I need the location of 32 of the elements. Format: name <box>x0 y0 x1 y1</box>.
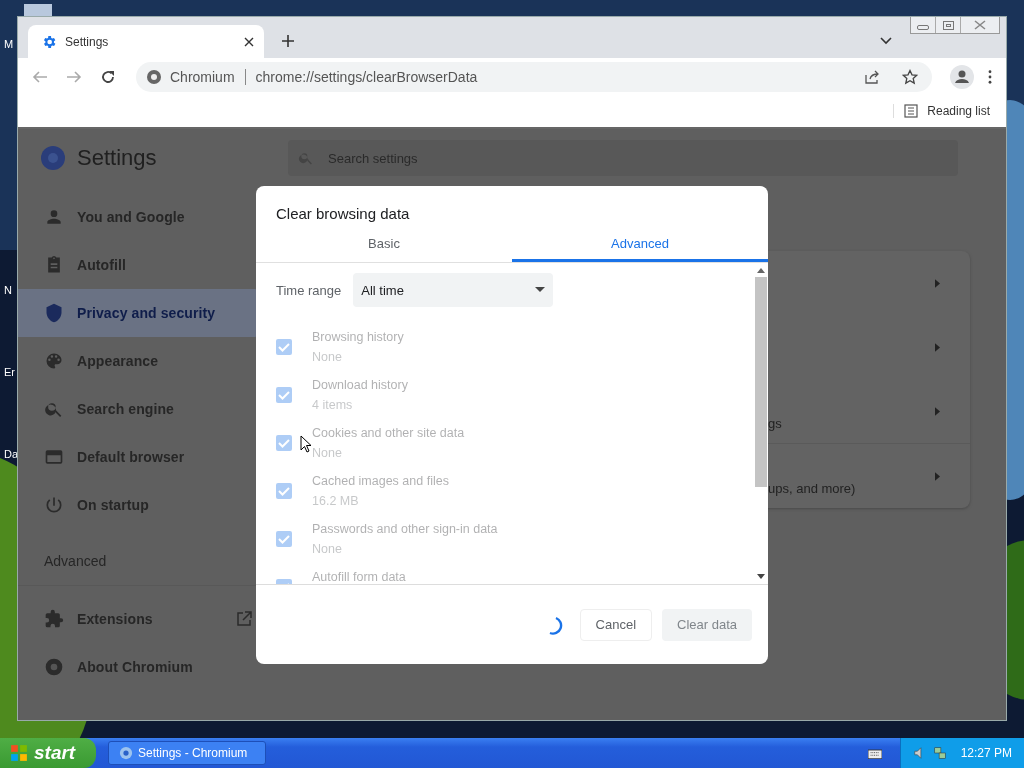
setting-description: gs <box>768 416 782 431</box>
clock: 12:27 PM <box>960 746 1012 760</box>
item-detail: 16.2 MB <box>312 494 360 508</box>
cancel-button[interactable]: Cancel <box>579 608 652 641</box>
item-detail: None <box>312 446 343 460</box>
tab-title: Settings <box>65 34 110 49</box>
time-range-dropdown[interactable]: All time <box>353 273 554 307</box>
dialog-tab[interactable]: Basic <box>256 232 512 262</box>
desktop-icon-label[interactable]: Er <box>4 366 15 378</box>
field-label: Time range <box>276 282 342 298</box>
item-title: Download history <box>312 378 408 392</box>
address-bar[interactable]: Chromium chrome://settings/clearBrowserData <box>136 61 932 92</box>
item-title: Passwords and other sign-in data <box>312 522 498 536</box>
item-title: Cached images and files <box>312 474 449 488</box>
desktop-icon-label[interactable]: Da <box>4 448 19 460</box>
browser-tab[interactable]: Settings <box>28 25 264 58</box>
item-title: Browsing history <box>312 330 404 344</box>
dialog-tab[interactable]: Advanced <box>512 232 768 262</box>
desktop-icon-label[interactable]: N <box>4 284 12 296</box>
page-title: Settings <box>77 145 157 171</box>
dialog-title: Clear browsing data <box>275 204 411 224</box>
reading-list-button[interactable]: Reading list <box>893 104 990 118</box>
setting-description: ups, and more) <box>768 481 856 496</box>
item-title: Autofill form data <box>312 570 406 584</box>
taskbar-button[interactable]: Settings - Chromium <box>108 741 266 765</box>
desktop-icon-label[interactable]: M <box>4 38 14 50</box>
item-detail: 4 items <box>312 398 354 412</box>
item-detail: None <box>312 350 343 364</box>
start-button[interactable]: start <box>0 738 96 768</box>
item-detail: None <box>312 542 343 556</box>
item-title: Cookies and other site data <box>312 426 465 440</box>
sidebar-item[interactable]: About Chromium <box>18 643 278 691</box>
